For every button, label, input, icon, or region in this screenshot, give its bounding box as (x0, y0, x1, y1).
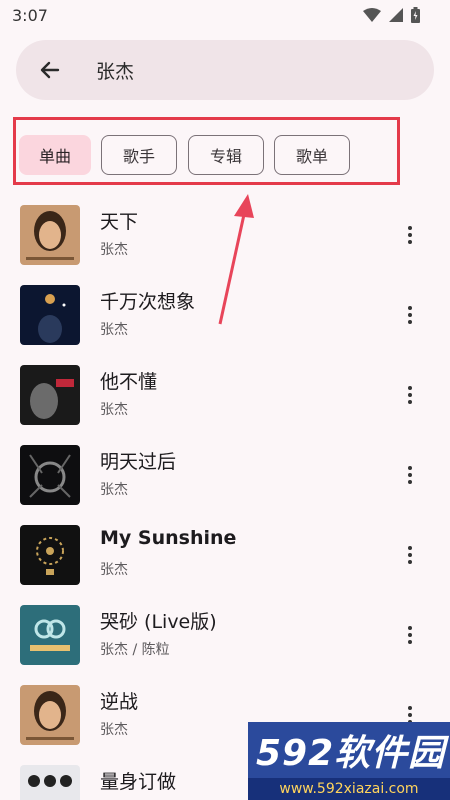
status-icons (363, 7, 420, 23)
album-cover (20, 525, 80, 585)
status-bar: 3:07 (0, 0, 450, 34)
filter-chip-artists[interactable]: 歌手 (101, 135, 177, 175)
song-artist: 张杰 / 陈粒 (100, 642, 170, 658)
back-arrow-icon[interactable] (38, 58, 62, 82)
song-title: 哭砂 (Live版) (100, 611, 217, 633)
song-title: 千万次想象 (100, 291, 196, 313)
status-time: 3:07 (12, 6, 48, 25)
song-artist: 张杰 (100, 482, 128, 498)
song-artist: 张杰 (100, 722, 128, 738)
song-artist: 张杰 (100, 562, 128, 578)
song-row[interactable]: 千万次想象 张杰 (0, 285, 450, 365)
signal-icon (389, 8, 403, 22)
song-row[interactable]: 他不懂 张杰 (0, 365, 450, 445)
filter-chip-playlists[interactable]: 歌单 (274, 135, 350, 175)
filter-chip-singles[interactable]: 单曲 (19, 135, 91, 175)
search-bar[interactable]: 张杰 (16, 40, 434, 100)
watermark-text: 592软件园 (256, 733, 446, 774)
song-artist: 张杰 (100, 242, 128, 258)
more-options-icon[interactable] (398, 621, 422, 649)
song-row[interactable]: 哭砂 (Live版) 张杰 / 陈粒 (0, 605, 450, 685)
song-row[interactable]: My Sunshine 张杰 (0, 525, 450, 605)
battery-icon (411, 7, 420, 23)
album-cover (20, 365, 80, 425)
song-title: 量身订做 (100, 771, 177, 793)
album-cover (20, 205, 80, 265)
song-row[interactable]: 天下 张杰 (0, 205, 450, 285)
album-cover (20, 605, 80, 665)
song-row[interactable]: 明天过后 张杰 (0, 445, 450, 525)
search-query[interactable]: 张杰 (96, 57, 134, 84)
album-cover (20, 685, 80, 745)
song-title: My Sunshine (100, 527, 237, 549)
watermark-logo: 592软件园 www.592xiazai.com (248, 722, 450, 800)
song-artist: 张杰 (100, 402, 128, 418)
song-title: 逆战 (100, 691, 139, 713)
wifi-icon (363, 8, 381, 22)
song-title: 他不懂 (100, 371, 158, 393)
album-cover (20, 445, 80, 505)
watermark-url: www.592xiazai.com (248, 778, 450, 800)
song-title: 天下 (100, 211, 139, 233)
album-cover (20, 765, 80, 800)
more-options-icon[interactable] (398, 381, 422, 409)
album-cover (20, 285, 80, 345)
more-options-icon[interactable] (398, 301, 422, 329)
more-options-icon[interactable] (398, 461, 422, 489)
filter-chip-albums[interactable]: 专辑 (188, 135, 264, 175)
more-options-icon[interactable] (398, 221, 422, 249)
song-title: 明天过后 (100, 451, 177, 473)
more-options-icon[interactable] (398, 541, 422, 569)
song-artist: 张杰 (100, 322, 128, 338)
